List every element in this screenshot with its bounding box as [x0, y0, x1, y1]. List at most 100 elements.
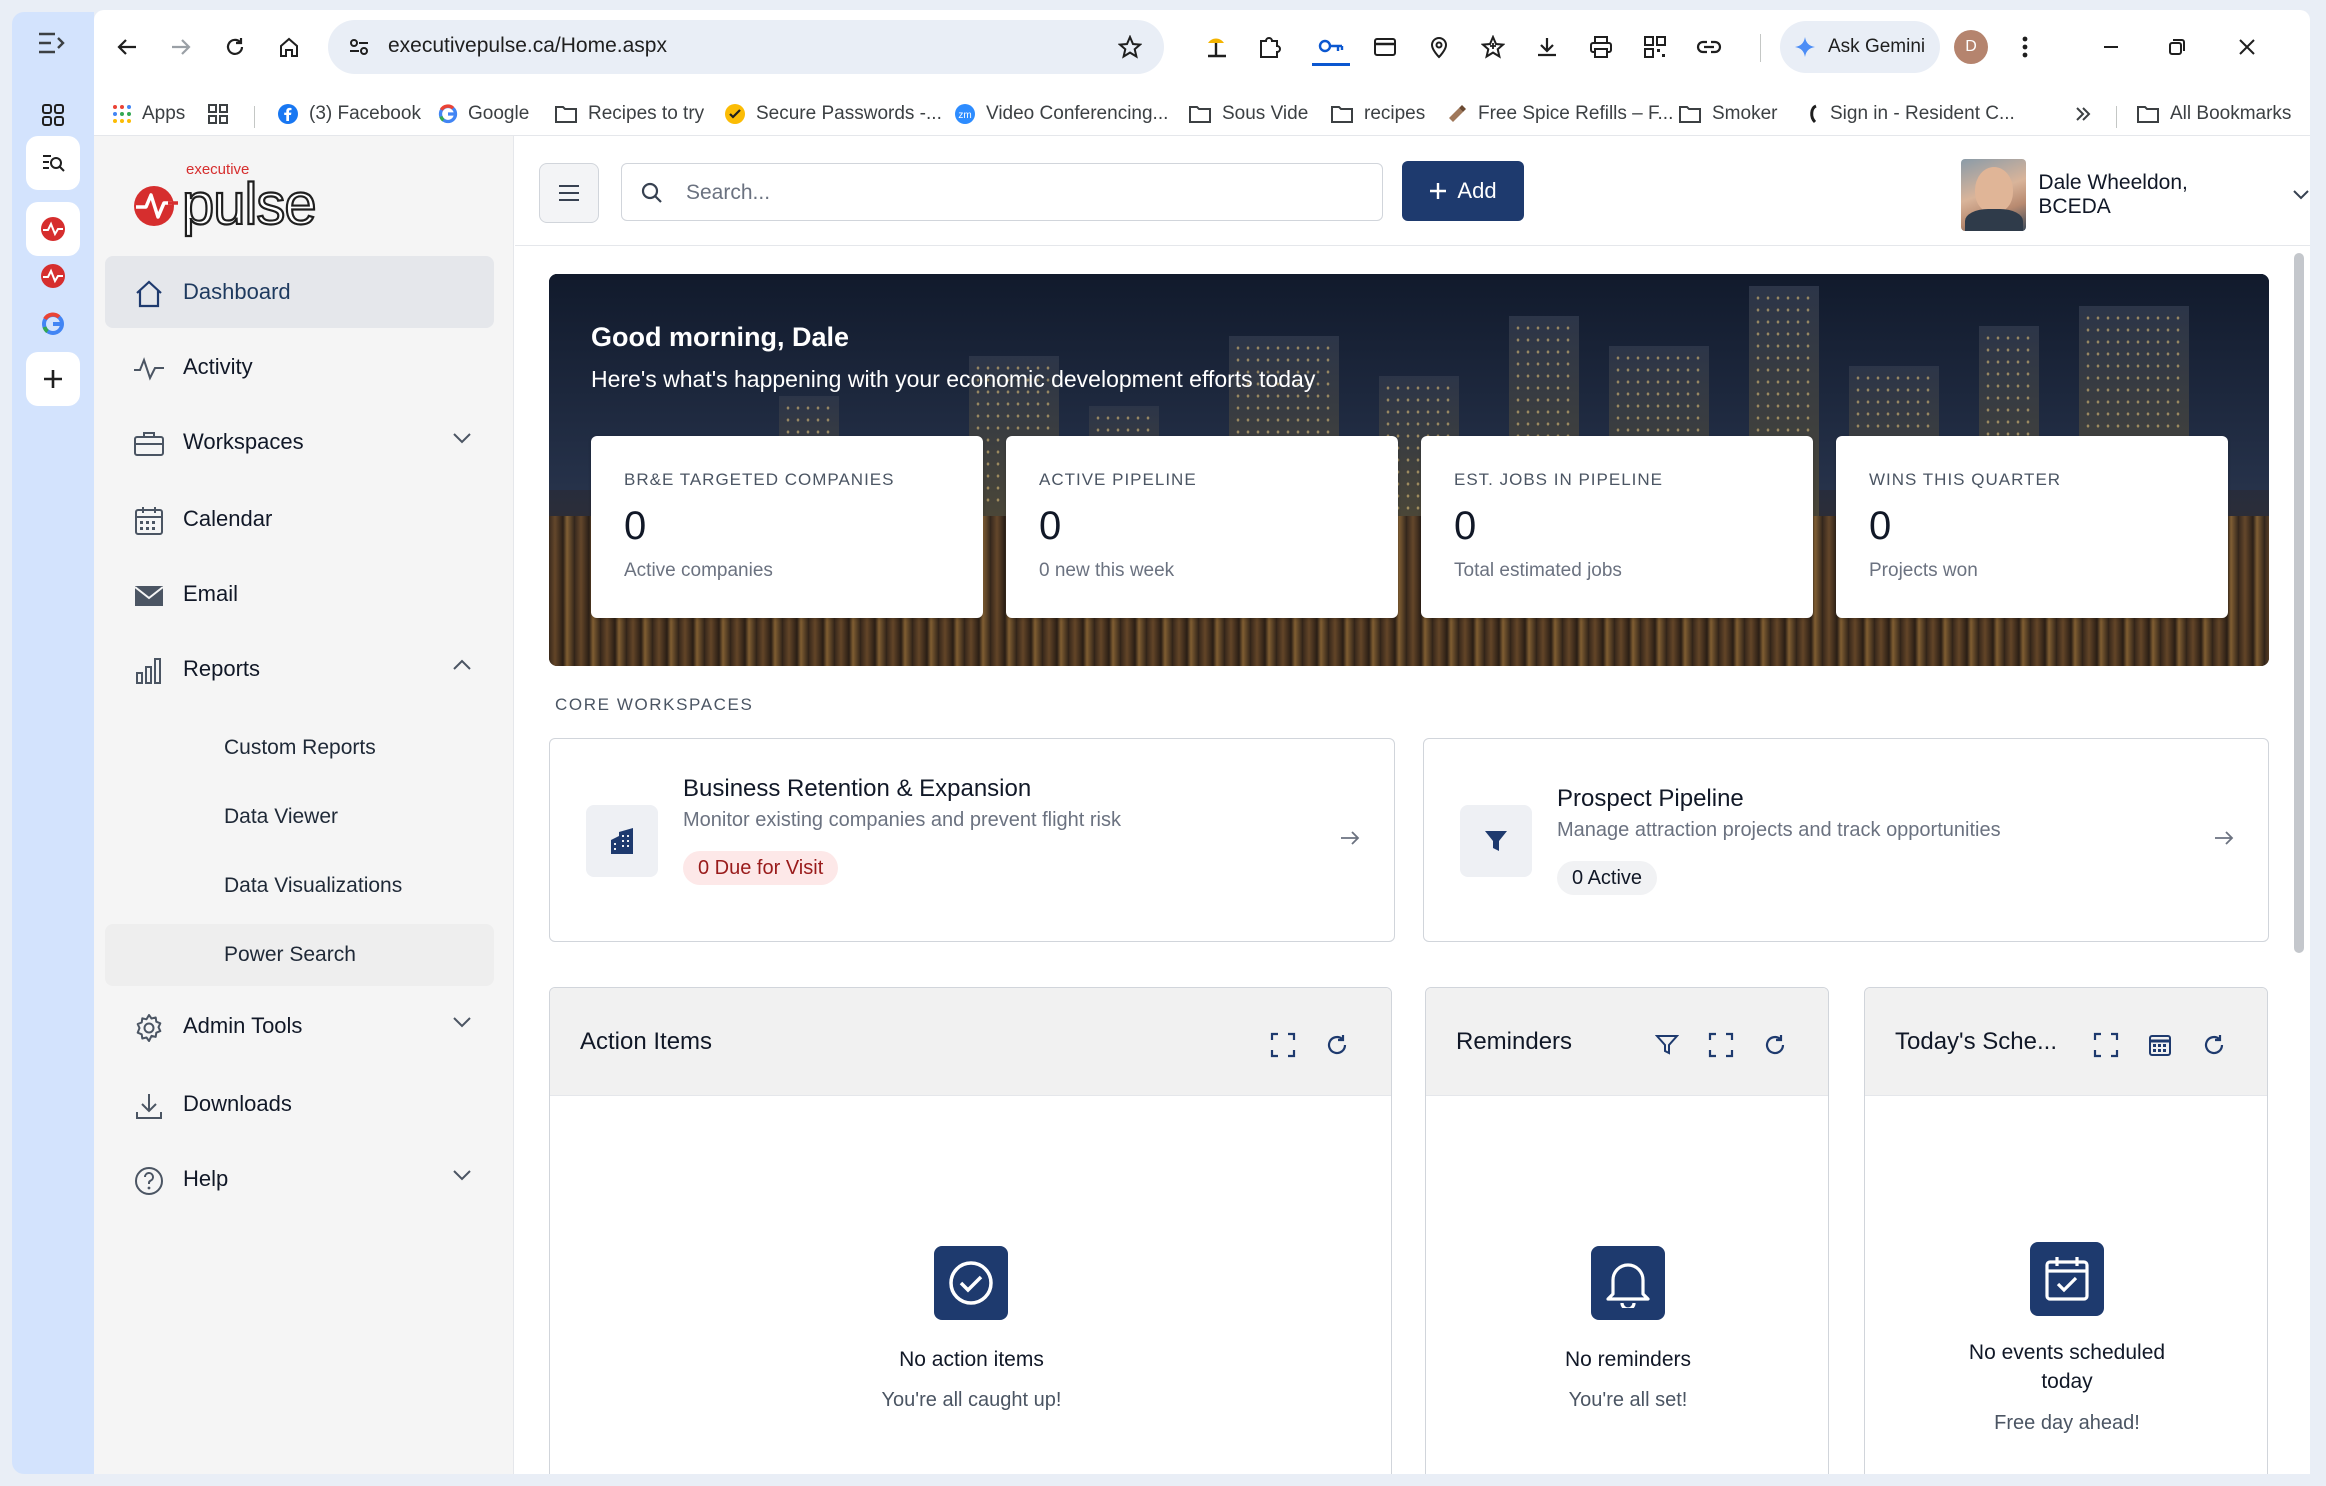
bookmark-recipes-to-try[interactable]: Recipes to try — [554, 96, 704, 132]
greeting-title: Good morning, Dale — [591, 322, 850, 352]
qr-code-icon[interactable] — [1636, 28, 1674, 66]
favorites-star-icon[interactable] — [1474, 28, 1512, 66]
kebab-menu-icon[interactable] — [2006, 28, 2044, 66]
refresh-icon[interactable] — [1322, 1030, 1352, 1060]
refresh-icon[interactable] — [2199, 1030, 2229, 1060]
minimize-icon[interactable] — [2092, 28, 2130, 66]
google-tab-icon[interactable] — [26, 297, 80, 351]
sidebar-item-admin-tools[interactable]: Admin Tools — [105, 990, 494, 1062]
expand-icon[interactable] — [1706, 1030, 1736, 1060]
chevron-up-icon — [452, 659, 472, 671]
reload-icon[interactable] — [216, 28, 254, 66]
reminders-panel: Reminders No reminders You're all set! — [1425, 987, 1829, 1474]
help-icon — [133, 1165, 165, 1197]
tab-search-icon[interactable] — [26, 136, 80, 190]
print-icon[interactable] — [1582, 28, 1620, 66]
sidebar-item-activity[interactable]: Activity — [105, 331, 494, 403]
restore-icon[interactable] — [2158, 28, 2196, 66]
refresh-icon[interactable] — [1760, 1030, 1790, 1060]
gear-icon — [133, 1012, 165, 1044]
tab-grid-icon[interactable] — [26, 88, 80, 142]
chevron-down-icon — [452, 1169, 472, 1181]
workspace-card-bre[interactable]: Business Retention & Expansion Monitor e… — [549, 738, 1395, 942]
forward-arrow-icon[interactable] — [162, 28, 200, 66]
chevron-down-icon — [452, 1016, 472, 1028]
browser-window: executivepulse.ca/Home.aspx Ask Gemini D… — [94, 10, 2310, 1474]
hamburger-menu-button[interactable] — [539, 163, 599, 223]
new-tab-plus-icon[interactable] — [26, 352, 80, 406]
bookmark-free-spice-refills[interactable]: Free Spice Refills – F... — [1446, 96, 1673, 132]
page-scrollbar[interactable] — [2294, 253, 2304, 953]
calendar-icon[interactable] — [2145, 1030, 2175, 1060]
sidebar-subitem-custom-reports[interactable]: Custom Reports — [105, 717, 494, 779]
sidebar-item-workspaces[interactable]: Workspaces — [105, 406, 494, 478]
panel-header: Reminders — [1426, 988, 1828, 1096]
bookmark-smoker[interactable]: Smoker — [1678, 96, 1777, 132]
sidebar-subitem-data-visualizations[interactable]: Data Visualizations — [105, 855, 494, 917]
empty-state-subtitle: You're all caught up! — [881, 1389, 1062, 1411]
logo-big-text: pulse — [182, 172, 316, 237]
bookmark-recipes[interactable]: recipes — [1330, 96, 1425, 132]
password-key-icon[interactable] — [1312, 28, 1350, 66]
bookmark-secure-passwords[interactable]: Secure Passwords -... — [724, 96, 942, 132]
close-icon[interactable] — [2228, 28, 2266, 66]
stat-card-wins[interactable]: WINS THIS QUARTER 0 Projects won — [1836, 436, 2228, 618]
bookmark-grid[interactable] — [208, 96, 228, 132]
home-icon[interactable] — [270, 28, 308, 66]
stat-card-pipeline[interactable]: ACTIVE PIPELINE 0 0 new this week — [1006, 436, 1398, 618]
bookmark-sous-vide[interactable]: Sous Vide — [1188, 96, 1308, 132]
url-text[interactable]: executivepulse.ca/Home.aspx — [388, 34, 667, 58]
workspace-card-prospect-pipeline[interactable]: Prospect Pipeline Manage attraction proj… — [1423, 738, 2269, 942]
user-menu[interactable]: Dale Wheeldon, BCEDA — [1961, 159, 2310, 231]
ask-gemini-button[interactable]: Ask Gemini — [1780, 21, 1940, 73]
sidebar-subitem-data-viewer[interactable]: Data Viewer — [105, 786, 494, 848]
executive-pulse-logo[interactable]: executive pulse — [132, 160, 352, 240]
bookmark-facebook[interactable]: (3) Facebook — [277, 96, 421, 132]
sidebar-item-email[interactable]: Email — [105, 558, 494, 630]
chevron-down-icon — [2292, 189, 2310, 201]
more-bookmarks-chevron-icon[interactable] — [2074, 96, 2092, 132]
empty-state-title: No action items — [899, 1348, 1044, 1371]
address-bar[interactable]: executivepulse.ca/Home.aspx — [328, 20, 1164, 74]
bookmark-apps[interactable]: Apps — [112, 96, 185, 132]
add-button[interactable]: Add — [1402, 161, 1524, 221]
bookmark-star-icon[interactable] — [1118, 35, 1142, 59]
apps-grid-icon — [112, 104, 132, 124]
bookmark-video-conferencing[interactable]: zm Video Conferencing... — [954, 96, 1168, 132]
search-input[interactable]: Search... — [621, 163, 1383, 221]
browser-side-panel — [12, 12, 94, 1474]
pulse-tab-icon[interactable] — [26, 249, 80, 303]
sidebar-item-reports[interactable]: Reports — [105, 633, 494, 705]
sidebar-item-help[interactable]: Help — [105, 1143, 494, 1215]
payment-card-icon[interactable] — [1366, 28, 1404, 66]
sidebar-item-dashboard[interactable]: Dashboard — [105, 256, 494, 328]
bookmark-all-bookmarks[interactable]: All Bookmarks — [2136, 96, 2291, 132]
workspace-title: Business Retention & Expansion — [683, 775, 1032, 802]
extensions-puzzle-icon[interactable] — [1250, 28, 1288, 66]
filter-icon[interactable] — [1652, 1030, 1682, 1060]
location-pin-icon[interactable] — [1420, 28, 1458, 66]
folder-icon — [1188, 104, 1212, 124]
bookmark-google[interactable]: Google — [438, 96, 529, 132]
sidebar-item-calendar[interactable]: Calendar — [105, 483, 494, 555]
expand-icon[interactable] — [1268, 1030, 1298, 1060]
bookmark-sign-in-resident[interactable]: Sign in - Resident C... — [1806, 96, 2015, 132]
download-icon[interactable] — [1528, 28, 1566, 66]
link-icon[interactable] — [1690, 28, 1728, 66]
beach-extension-icon[interactable] — [1198, 28, 1236, 66]
empty-state-subtitle: Free day ahead! — [1994, 1412, 2140, 1434]
sidebar-item-downloads[interactable]: Downloads — [105, 1068, 494, 1140]
stat-subtitle: Projects won — [1869, 560, 1978, 581]
browser-profile-avatar[interactable]: D — [1954, 30, 1988, 64]
panel-header: Action Items — [550, 988, 1391, 1096]
stat-card-bre[interactable]: BR&E TARGETED COMPANIES 0 Active compani… — [591, 436, 983, 618]
side-panel-toggle-icon[interactable] — [36, 30, 66, 56]
stat-title: BR&E TARGETED COMPANIES — [624, 470, 895, 489]
stat-card-jobs[interactable]: EST. JOBS IN PIPELINE 0 Total estimated … — [1421, 436, 1813, 618]
sidebar-subitem-power-search[interactable]: Power Search — [105, 924, 494, 986]
back-arrow-icon[interactable] — [108, 28, 146, 66]
pulse-tab-icon[interactable] — [26, 202, 80, 256]
hero-banner: Good morning, Dale Here's what's happeni… — [549, 274, 2269, 666]
site-info-icon[interactable] — [348, 36, 370, 58]
expand-icon[interactable] — [2091, 1030, 2121, 1060]
